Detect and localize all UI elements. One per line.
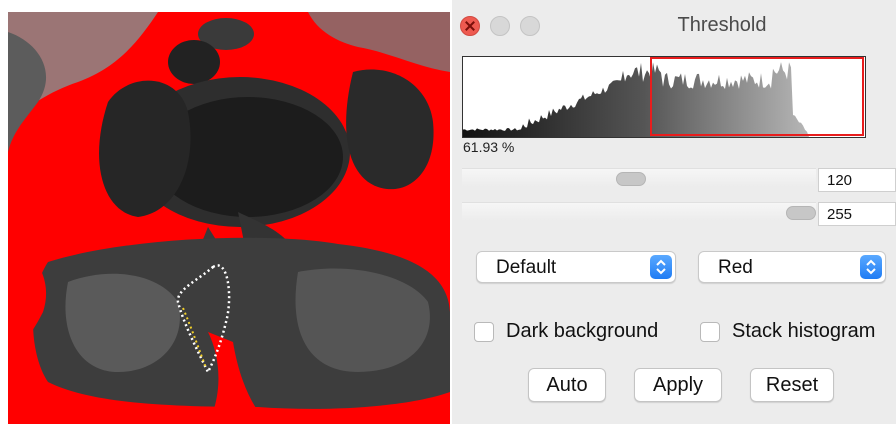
stack-histogram-label: Stack histogram bbox=[732, 320, 876, 342]
updown-arrows-icon bbox=[650, 255, 672, 279]
auto-button[interactable]: Auto bbox=[528, 368, 606, 402]
dark-background-checkbox[interactable] bbox=[474, 322, 494, 342]
dark-background-option[interactable]: Dark background bbox=[474, 320, 684, 346]
upper-threshold-field[interactable]: 255 bbox=[818, 202, 896, 226]
percent-label: 61.93 % bbox=[463, 139, 515, 155]
method-select[interactable]: Default bbox=[476, 251, 676, 283]
histogram-bars bbox=[463, 62, 865, 137]
apply-button[interactable]: Apply bbox=[634, 368, 722, 402]
updown-arrows-icon bbox=[860, 255, 882, 279]
threshold-window: Threshold 61.93 % 120 255 Default Red Da… bbox=[452, 0, 896, 424]
lower-slider-thumb[interactable] bbox=[616, 172, 646, 186]
maximize-icon[interactable] bbox=[520, 16, 540, 36]
histogram-plot bbox=[462, 56, 866, 138]
histogram-graphic bbox=[463, 57, 865, 137]
close-icon[interactable] bbox=[460, 16, 480, 36]
minimize-icon[interactable] bbox=[490, 16, 510, 36]
stack-histogram-checkbox[interactable] bbox=[700, 322, 720, 342]
image-canvas[interactable] bbox=[8, 12, 450, 424]
display-select[interactable]: Red bbox=[698, 251, 886, 283]
thresholded-image bbox=[8, 12, 450, 424]
dark-background-label: Dark background bbox=[506, 320, 659, 342]
upper-threshold-slider[interactable] bbox=[462, 202, 816, 221]
window-title: Threshold bbox=[677, 14, 767, 36]
method-select-value: Default bbox=[496, 257, 557, 278]
lower-threshold-field[interactable]: 120 bbox=[818, 168, 896, 192]
stack-histogram-option[interactable]: Stack histogram bbox=[700, 320, 896, 346]
lower-threshold-slider[interactable] bbox=[462, 168, 816, 187]
upper-slider-thumb[interactable] bbox=[786, 206, 816, 220]
display-select-value: Red bbox=[718, 257, 753, 278]
reset-button[interactable]: Reset bbox=[750, 368, 834, 402]
title-bar: Threshold bbox=[452, 6, 896, 44]
